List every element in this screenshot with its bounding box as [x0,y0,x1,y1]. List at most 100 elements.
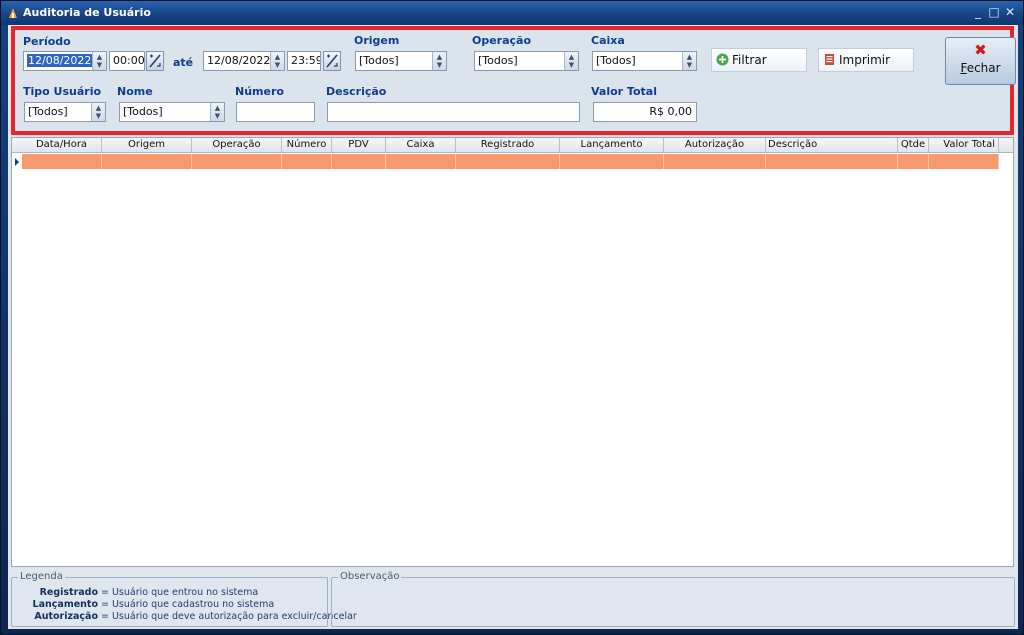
caixa-spinner[interactable]: ▲ ▼ [682,52,696,70]
table-cell[interactable] [192,154,282,169]
fechar-button[interactable]: ✖ Fechar [945,37,1016,85]
start-time-field[interactable]: 00:00 [109,51,145,71]
start-date-spinner[interactable]: ▲ ▼ [92,52,106,70]
fechar-label: Fechar [960,61,1001,75]
table-cell[interactable] [664,154,766,169]
descricao-input[interactable] [327,102,580,122]
operacao-label: Operação [472,34,532,47]
printer-icon [825,54,834,65]
close-window-button[interactable]: ✕ [1003,5,1017,19]
table-cell[interactable] [332,154,386,169]
end-time-value: 23:59 [291,54,321,67]
legend-text: Usuário que deve autorização para exclui… [111,611,357,622]
table-cell[interactable] [456,154,560,169]
origem-spinner[interactable]: ▲ ▼ [432,52,446,70]
end-calendar-button[interactable] [323,51,341,71]
calendar-toggle-icon [149,54,161,68]
origem-label: Origem [354,34,400,47]
start-date-value: 12/08/2022 [27,54,93,67]
legend-box: Legenda Registrado = Usuário que entrou no… [11,571,357,627]
end-date-field[interactable]: 12/08/2022 ▲ ▼ [203,51,285,71]
end-date-value: 12/08/2022 [207,54,271,67]
title-bar[interactable]: Auditoria de Usuário _ □ ✕ [1,1,1023,25]
column-header[interactable]: Qtde [898,138,929,153]
table-cell[interactable] [766,154,898,169]
table-cell[interactable] [282,154,332,169]
legend-item: Lançamento = Usuário que cadastrou no sist… [12,599,327,610]
caixa-label: Caixa [591,34,625,47]
observacao-title: Observação [338,571,402,582]
operacao-select[interactable]: [Todos] ▲ ▼ [474,51,579,71]
tipo-usuario-select[interactable]: [Todos] ▲ ▼ [24,102,106,122]
legend-text: Usuário que cadastrou no sistema [111,599,275,610]
table-cell[interactable] [22,154,102,169]
column-header[interactable]: Valor Total [929,138,999,153]
caixa-select[interactable]: [Todos] ▲ ▼ [592,51,697,71]
maximize-button[interactable]: □ [987,5,1001,19]
nome-value: [Todos] [123,105,163,118]
filtrar-label: Filtrar [732,53,767,67]
end-time-field[interactable]: 23:59 [287,51,321,71]
nome-select[interactable]: [Todos] ▲ ▼ [119,102,225,122]
origem-value: [Todos] [359,54,399,67]
filter-panel: Período Origem Operação Caixa 12/08/2022… [11,26,1016,135]
nome-label: Nome [117,85,153,98]
start-time-value: 00:00 [113,54,145,67]
close-icon: ✖ [974,41,987,59]
periodo-connector: até [173,56,194,69]
table-cell[interactable] [102,154,192,169]
table-row[interactable] [12,154,999,169]
end-date-spinner[interactable]: ▲ ▼ [270,52,284,70]
client-area: Período Origem Operação Caixa 12/08/2022… [8,25,1018,629]
legend-title: Legenda [18,571,65,582]
tipo-usuario-spinner[interactable]: ▲ ▼ [91,103,105,121]
table-cell[interactable] [386,154,456,169]
column-header[interactable]: Data/Hora [22,138,102,153]
column-header[interactable]: Registrado [456,138,560,153]
grid-header: Data/Hora Origem Operação Número PDV Cai… [12,138,1013,153]
column-header[interactable]: PDV [332,138,386,153]
column-header[interactable]: Autorização [664,138,766,153]
table-cell[interactable] [560,154,664,169]
legend-item: Registrado = Usuário que entrou no sistema [12,587,327,598]
imprimir-label: Imprimir [839,53,891,67]
column-header[interactable]: Operação [192,138,282,153]
filtrar-button[interactable]: Filtrar [711,48,807,72]
legend-key: Registrado [39,587,98,598]
imprimir-button[interactable]: Imprimir [818,48,914,72]
window-title: Auditoria de Usuário [23,6,151,19]
valor-total-field: R$ 0,00 [593,102,697,122]
legend-text: Usuário que entrou no sistema [111,587,259,598]
column-header[interactable]: Lançamento [560,138,664,153]
descricao-label: Descrição [326,85,387,98]
table-cell[interactable] [929,154,999,169]
periodo-label: Período [23,35,71,48]
column-header[interactable]: Número [282,138,332,153]
tipo-usuario-value: [Todos] [28,105,68,118]
start-date-field[interactable]: 12/08/2022 ▲ ▼ [23,51,107,71]
app-logo-icon [9,8,17,18]
operacao-spinner[interactable]: ▲ ▼ [564,52,578,70]
column-header[interactable]: Caixa [386,138,456,153]
operacao-value: [Todos] [478,54,518,67]
column-header[interactable]: Descrição [766,138,898,153]
column-header[interactable]: Origem [102,138,192,153]
main-window: Auditoria de Usuário _ □ ✕ Período Orige… [0,0,1024,635]
legend-key: Lançamento [32,599,98,610]
valor-total-value: R$ 0,00 [649,105,692,118]
valor-total-label: Valor Total [591,85,657,98]
table-cell[interactable] [898,154,929,169]
start-calendar-button[interactable] [146,51,164,71]
audit-grid[interactable]: Data/Hora Origem Operação Número PDV Cai… [11,137,1014,567]
caixa-value: [Todos] [596,54,636,67]
origem-select[interactable]: [Todos] ▲ ▼ [355,51,447,71]
legend-key: Autorização [34,611,98,622]
observacao-box[interactable]: Observação [331,571,1015,627]
minimize-button[interactable]: _ [971,5,985,19]
numero-input[interactable] [236,102,315,122]
calendar-toggle-icon [326,54,338,68]
numero-label: Número [235,85,284,98]
legend-item: Autorização = Usuário que deve autorização… [12,611,356,622]
add-filter-icon [716,53,729,66]
nome-spinner[interactable]: ▲ ▼ [210,103,224,121]
